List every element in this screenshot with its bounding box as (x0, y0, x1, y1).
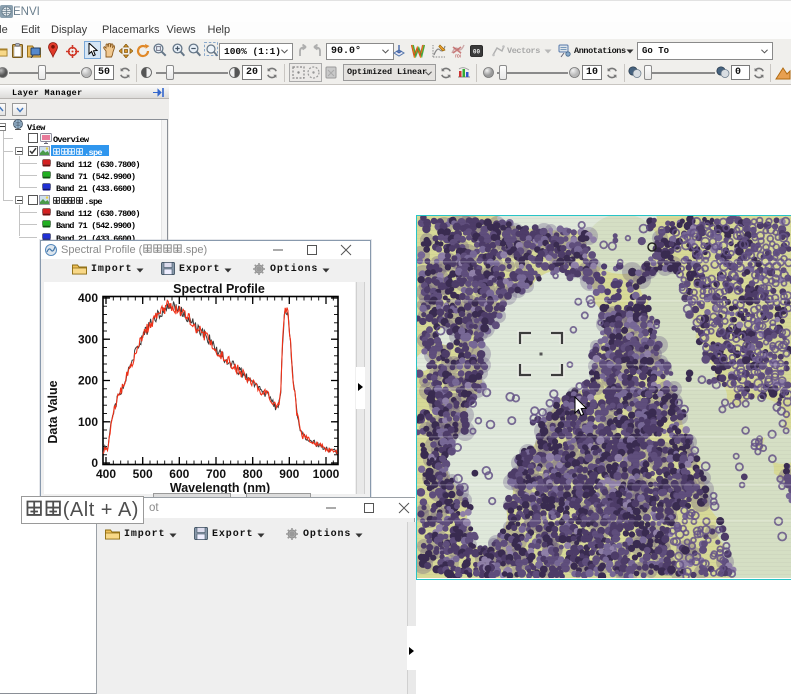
svg-text:500: 500 (133, 467, 153, 481)
svg-text:roi: roi (455, 54, 461, 59)
svg-text:400: 400 (96, 467, 116, 481)
svg-text:Spectral Profile: Spectral Profile (173, 282, 265, 296)
svg-text:00: 00 (473, 49, 481, 56)
svg-text:1000: 1000 (313, 467, 340, 481)
svg-text:400: 400 (78, 291, 98, 305)
svg-text:100: 100 (78, 415, 98, 429)
svg-text:300: 300 (78, 333, 98, 347)
svg-text:600: 600 (169, 467, 189, 481)
svg-text:200: 200 (78, 374, 98, 388)
svg-text:0: 0 (91, 456, 98, 470)
svg-text:800: 800 (243, 467, 263, 481)
svg-text:900: 900 (279, 467, 299, 481)
svg-text:700: 700 (206, 467, 226, 481)
svg-text:Data Value: Data Value (46, 380, 60, 443)
